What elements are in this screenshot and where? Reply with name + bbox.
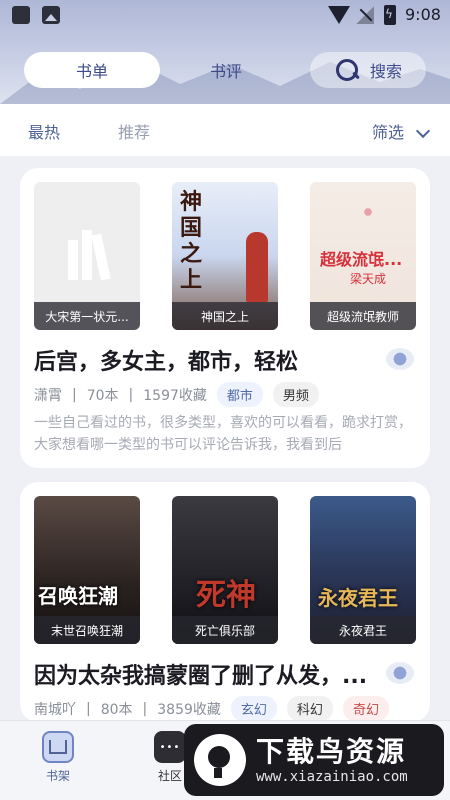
book-count: 70本	[86, 387, 119, 404]
book-cover[interactable]: 超级流氓... 梁天成 超级流氓教师	[310, 182, 416, 330]
status-bar: 9:08	[0, 0, 450, 32]
booklist-meta: 潇霄 | 70本 | 1597收藏 都市 男频	[34, 382, 319, 407]
cover-caption: 超级流氓教师	[310, 302, 416, 330]
nav-bookshelf[interactable]: 书架	[28, 731, 88, 784]
meta-separator: |	[72, 386, 77, 403]
cover-caption: 末世召唤狂潮	[34, 616, 140, 644]
booklist-title: 因为太杂我搞蒙圈了删了从发，...	[34, 664, 368, 689]
tag[interactable]: 科幻	[286, 696, 333, 721]
cover-caption: 死亡俱乐部	[172, 616, 278, 644]
badge-icon	[386, 662, 414, 684]
favorite-count: 3859收藏	[157, 701, 221, 718]
watermark-logo: 下载鸟资源 www.xiazainiao.com	[184, 724, 444, 796]
cover-row: 召唤狂潮 末世召唤狂潮 死神 死亡俱乐部 永夜君王 永夜君王	[34, 496, 416, 644]
badge-icon	[386, 348, 414, 370]
chevron-down-icon[interactable]	[415, 123, 431, 139]
favorite-count: 1597收藏	[143, 387, 207, 404]
bird-logo-icon	[194, 734, 246, 786]
signal-icon	[356, 6, 374, 24]
placeholder-book-icon	[68, 230, 111, 281]
status-time: 9:08	[405, 5, 441, 24]
book-cover[interactable]: 召唤狂潮 末世召唤狂潮	[34, 496, 140, 644]
book-count: 80本	[100, 701, 133, 718]
bookshelf-icon	[42, 731, 74, 763]
search-icon	[334, 57, 360, 83]
author-name[interactable]: 潇霄	[34, 385, 62, 405]
booklist-title: 后宫，多女主，都市，轻松	[34, 350, 299, 375]
book-cover[interactable]: 大宋第一状元...	[34, 182, 140, 330]
cover-caption: 永夜君王	[310, 616, 416, 644]
blossom-art	[338, 192, 398, 232]
tag[interactable]: 奇幻	[342, 696, 389, 721]
tab-book-review[interactable]: 书评	[184, 52, 268, 88]
filter-button[interactable]: 筛选	[372, 119, 404, 143]
image-icon	[42, 6, 60, 24]
chat-icon	[154, 731, 186, 763]
figure-art	[246, 232, 268, 302]
search-button[interactable]: 搜索	[310, 52, 426, 88]
cover-art-text: 超级流氓...	[320, 250, 403, 269]
notification-icon	[12, 6, 30, 24]
cover-row: 大宋第一状元... 神国之上 神国之上 超级流氓... 梁天成 超级流氓教师	[34, 182, 416, 330]
book-cover[interactable]: 神国之上 神国之上	[172, 182, 278, 330]
booklist-card[interactable]: 大宋第一状元... 神国之上 神国之上 超级流氓... 梁天成 超级流氓教师 后…	[20, 168, 430, 468]
top-tab-bar: 书单 书评 搜索	[24, 52, 426, 90]
meta-separator: |	[128, 386, 134, 403]
cover-art-text: 神国之上	[180, 190, 203, 293]
booklist-card[interactable]: 召唤狂潮 末世召唤狂潮 死神 死亡俱乐部 永夜君王 永夜君王 因为太杂我搞蒙圈了…	[20, 482, 430, 722]
filter-recommend[interactable]: 推荐	[118, 119, 150, 143]
meta-separator: |	[142, 700, 148, 717]
nav-label: 书架	[45, 769, 70, 783]
cover-art-text: 召唤狂潮	[38, 584, 118, 608]
booklist-description: 一些自己看过的书，很多类型，喜欢的可以看看，跪求打赏，大家想看哪一类型的书可以评…	[34, 415, 412, 453]
cover-caption: 神国之上	[172, 302, 278, 330]
filter-hot[interactable]: 最热	[28, 119, 60, 143]
book-cover[interactable]: 永夜君王 永夜君王	[310, 496, 416, 644]
cover-author-text: 梁天成	[350, 272, 387, 286]
tab-booklist[interactable]: 书单	[24, 52, 160, 88]
search-label: 搜索	[369, 62, 402, 81]
author-name[interactable]: 南城吖	[34, 699, 76, 719]
cover-art-text: 永夜君王	[318, 586, 398, 610]
wifi-icon	[328, 6, 350, 24]
nav-label: 社区	[157, 769, 182, 783]
cover-art-text: 死神	[196, 578, 256, 613]
watermark-text: 下载鸟资源 www.xiazainiao.com	[256, 735, 408, 785]
book-cover[interactable]: 死神 死亡俱乐部	[172, 496, 278, 644]
filter-row: 最热 推荐 筛选	[0, 104, 450, 156]
watermark-main: 下载鸟资源	[256, 735, 407, 768]
tag[interactable]: 都市	[216, 382, 263, 407]
cover-caption: 大宋第一状元...	[34, 302, 140, 330]
tag[interactable]: 男频	[272, 382, 319, 407]
battery-icon	[384, 5, 396, 25]
tag[interactable]: 玄幻	[230, 696, 277, 721]
watermark-url: www.xiazainiao.com	[256, 769, 408, 785]
booklist-meta: 南城吖 | 80本 | 3859收藏 玄幻 科幻 奇幻	[34, 696, 389, 721]
header: 9:08 书单 书评 搜索	[0, 0, 450, 104]
meta-separator: |	[86, 700, 91, 717]
